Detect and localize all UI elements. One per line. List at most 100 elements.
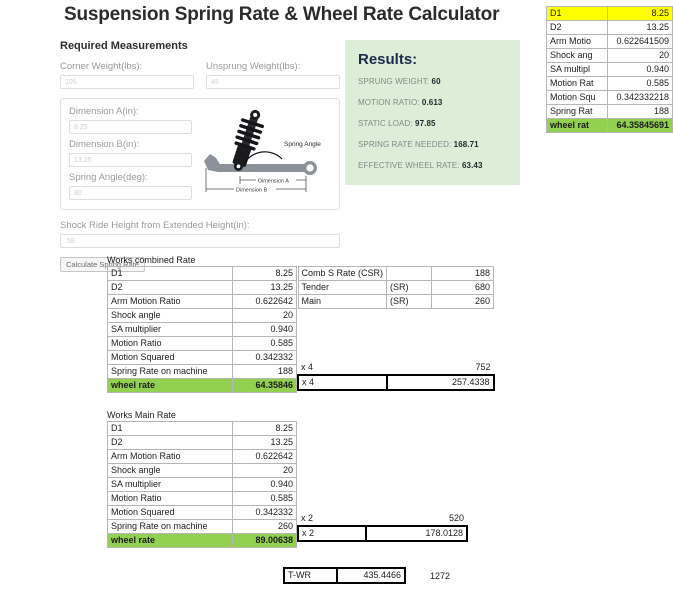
table-row-multiplier-plain[interactable]: x 2 520 — [298, 512, 467, 526]
cell-spring-type[interactable]: Comb S Rate (CSR) — [297, 266, 388, 281]
cell-label[interactable]: Motion Ratio — [107, 491, 233, 506]
cell-multiplier-value[interactable]: 257.4338 — [385, 374, 495, 391]
cell-label[interactable]: Motion Ratio — [107, 336, 233, 351]
cell-value[interactable]: 0.342332 — [232, 350, 297, 365]
table-row-multiplier-boxed[interactable]: x 2 178.0128 — [297, 525, 468, 542]
table-row[interactable]: wheel rate 64.35846 — [107, 378, 297, 393]
cell-label[interactable]: wheel rat — [545, 118, 609, 133]
works-combined-right-table[interactable]: Comb S Rate (CSR) 188 Tender (SR) 680 Ma… — [297, 266, 495, 391]
table-row[interactable]: Arm Motion Ratio 0.622642 — [107, 294, 297, 309]
cell-twr-value[interactable]: 435.4466 — [336, 567, 406, 584]
dimension-a-input[interactable] — [69, 120, 192, 134]
table-row[interactable]: SA multiplier 0.940 — [107, 477, 297, 492]
cell-label[interactable]: Shock ang — [545, 48, 609, 63]
cell-spring-value[interactable]: 260 — [431, 294, 495, 309]
table-row[interactable]: SA multipl 0.940 — [545, 62, 673, 77]
cell-value[interactable]: 13.25 — [607, 20, 673, 35]
table-row[interactable]: wheel rate 89.00638 — [107, 533, 297, 548]
table-row[interactable]: Spring Rate on machine 260 — [107, 519, 297, 534]
total-wheel-rate-table[interactable]: T-WR 435.4466 — [283, 567, 406, 584]
cell-label[interactable]: SA multiplier — [107, 322, 233, 337]
table-row[interactable]: Main (SR) 260 — [297, 294, 495, 309]
table-row[interactable]: SA multiplier 0.940 — [107, 322, 297, 337]
cell-value[interactable]: 20 — [232, 308, 297, 323]
dimension-b-input[interactable] — [69, 153, 192, 167]
cell-value[interactable]: 64.35845691 — [607, 118, 673, 133]
table-row[interactable]: Tender (SR) 680 — [297, 280, 495, 295]
table-row-multiplier-boxed[interactable]: x 4 257.4338 — [297, 374, 495, 391]
cell-value[interactable]: 0.940 — [232, 322, 297, 337]
table-row[interactable]: Shock ang 20 — [545, 48, 673, 63]
table-row[interactable]: Motion Squ 0.342332218 — [545, 90, 673, 105]
cell-spring-type[interactable]: Tender — [297, 280, 388, 295]
cell-value[interactable]: 0.585 — [232, 491, 297, 506]
cell-label[interactable]: Arm Motio — [545, 34, 609, 49]
table-row[interactable]: wheel rat 64.35845691 — [545, 118, 673, 133]
table-row[interactable]: D1 8.25 — [107, 266, 297, 281]
cell-label[interactable]: wheel rate — [107, 533, 233, 548]
cell-label[interactable]: D1 — [545, 6, 609, 21]
cell-multiplier-label[interactable]: x 4 — [298, 361, 387, 375]
cell-label[interactable]: D1 — [107, 421, 233, 436]
cell-multiplier-label[interactable]: x 2 — [297, 525, 367, 542]
cell-label[interactable]: Motion Rat — [545, 76, 609, 91]
cell-multiplier-value[interactable]: 752 — [387, 361, 494, 375]
cell-label[interactable]: Shock angle — [107, 463, 233, 478]
cell-label[interactable]: D2 — [107, 435, 233, 450]
cell-label[interactable]: Spring Rate on machine — [107, 364, 233, 379]
cell-spring-value[interactable]: 188 — [431, 266, 495, 281]
table-row[interactable]: Motion Ratio 0.585 — [107, 491, 297, 506]
corner-weight-input[interactable] — [60, 75, 194, 89]
table-row[interactable]: Arm Motion Ratio 0.622642 — [107, 449, 297, 464]
works-main-right-table[interactable]: x 2 520 x 2 178.0128 — [297, 421, 468, 542]
table-row[interactable]: D1 8.25 — [107, 421, 297, 436]
table-row[interactable]: D2 13.25 — [107, 280, 297, 295]
cell-label[interactable]: Arm Motion Ratio — [107, 449, 233, 464]
cell-value[interactable]: 0.342332 — [232, 505, 297, 520]
cell-value[interactable]: 0.342332218 — [607, 90, 673, 105]
table-row[interactable]: Shock angle 20 — [107, 308, 297, 323]
cell-value[interactable]: 188 — [232, 364, 297, 379]
cell-value[interactable]: 8.25 — [232, 266, 297, 281]
cell-value[interactable]: 0.585 — [607, 76, 673, 91]
cell-value[interactable]: 13.25 — [232, 280, 297, 295]
cell-value[interactable]: 0.940 — [232, 477, 297, 492]
cell-label[interactable]: SA multipl — [545, 62, 609, 77]
cell-value[interactable]: 89.00638 — [232, 533, 297, 548]
cell-value[interactable]: 64.35846 — [232, 378, 297, 393]
cell-multiplier-label[interactable]: x 2 — [298, 512, 366, 526]
unsprung-weight-input[interactable] — [206, 75, 340, 89]
table-row[interactable]: Motion Squared 0.342332 — [107, 350, 297, 365]
cell-value[interactable]: 188 — [607, 104, 673, 119]
table-row[interactable]: Spring Rat 188 — [545, 104, 673, 119]
table-row[interactable]: D1 8.25 — [545, 6, 673, 21]
cell-spring-sr[interactable]: (SR) — [386, 294, 433, 309]
cell-value[interactable]: 0.622642 — [232, 449, 297, 464]
table-row[interactable]: Arm Motio 0.622641509 — [545, 34, 673, 49]
shock-ride-height-input[interactable] — [60, 234, 340, 248]
table-row[interactable]: Motion Rat 0.585 — [545, 76, 673, 91]
cell-label[interactable]: Shock angle — [107, 308, 233, 323]
cell-twr-label[interactable]: T-WR — [283, 567, 338, 584]
table-row-multiplier-plain[interactable]: x 4 752 — [298, 361, 494, 375]
cell-label[interactable]: D2 — [545, 20, 609, 35]
cell-value[interactable]: 8.25 — [607, 6, 673, 21]
table-row[interactable]: Spring Rate on machine 188 — [107, 364, 297, 379]
cell-value[interactable]: 20 — [232, 463, 297, 478]
works-combined-left-table[interactable]: D1 8.25 D2 13.25 Arm Motion Ratio 0.6226… — [107, 266, 297, 393]
cell-value[interactable]: 0.585 — [232, 336, 297, 351]
cell-label[interactable]: Spring Rat — [545, 104, 609, 119]
cell-value[interactable]: 13.25 — [232, 435, 297, 450]
table-row[interactable]: Comb S Rate (CSR) 188 — [297, 266, 495, 281]
cell-value[interactable]: 0.940 — [607, 62, 673, 77]
cell-spring-sr[interactable] — [386, 266, 433, 281]
cell-label[interactable]: SA multiplier — [107, 477, 233, 492]
cell-label[interactable]: Motion Squared — [107, 505, 233, 520]
top-right-summary-table[interactable]: D1 8.25 D2 13.25 Arm Motio 0.622641509 S… — [545, 6, 673, 133]
table-row[interactable]: T-WR 435.4466 — [283, 567, 406, 584]
cell-value[interactable]: 8.25 — [232, 421, 297, 436]
cell-label[interactable]: Motion Squ — [545, 90, 609, 105]
table-row[interactable]: Motion Squared 0.342332 — [107, 505, 297, 520]
table-row[interactable]: Shock angle 20 — [107, 463, 297, 478]
cell-label[interactable]: D2 — [107, 280, 233, 295]
